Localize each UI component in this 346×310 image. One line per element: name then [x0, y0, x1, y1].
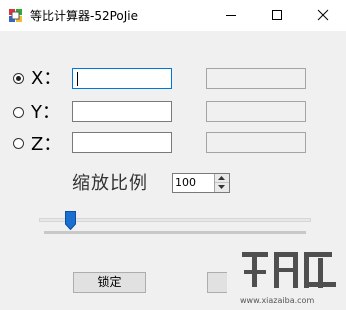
result-x [206, 68, 306, 89]
input-x[interactable] [72, 68, 172, 89]
radio-y[interactable] [13, 107, 24, 118]
label-y: Y： [31, 102, 60, 123]
radio-x[interactable] [13, 73, 24, 84]
radio-z[interactable] [13, 138, 24, 149]
app-icon [9, 9, 22, 22]
chevron-down-icon [218, 185, 225, 189]
scale-label: 缩放比例 [72, 173, 148, 194]
slider-tick-bar [44, 231, 306, 234]
minimize-icon [226, 15, 236, 16]
spin-down-button[interactable] [215, 183, 229, 192]
input-y[interactable] [72, 101, 172, 122]
title-bar[interactable]: 等比计算器-52PoJie [0, 0, 346, 31]
window-title: 等比计算器-52PoJie [30, 9, 139, 23]
spin-buttons [214, 174, 229, 192]
close-button[interactable] [300, 0, 346, 31]
watermark-url: www.xiazaiba.com [240, 296, 314, 305]
secondary-button[interactable] [207, 272, 227, 293]
label-z: Z： [31, 134, 62, 155]
result-y [206, 101, 306, 122]
close-icon [317, 9, 329, 21]
maximize-icon [272, 10, 282, 20]
scale-value: 100 [175, 176, 196, 189]
spin-up-button[interactable] [215, 174, 229, 183]
minimize-button[interactable] [208, 0, 254, 31]
result-z [206, 132, 306, 153]
label-x: X： [31, 68, 62, 89]
chevron-up-icon [218, 176, 225, 180]
calculator-window: 等比计算器-52PoJie X： Y： Z： 缩放比例 100 锁定 www.x… [0, 0, 346, 310]
watermark-logo: www.xiazaiba.com [240, 252, 336, 305]
scale-spinbox[interactable]: 100 [172, 173, 230, 193]
text-caret [77, 72, 78, 86]
scale-slider-track[interactable] [39, 218, 311, 222]
lock-button[interactable]: 锁定 [73, 272, 146, 293]
maximize-button[interactable] [254, 0, 300, 31]
input-z[interactable] [72, 132, 172, 153]
scale-slider-thumb[interactable] [65, 211, 77, 230]
